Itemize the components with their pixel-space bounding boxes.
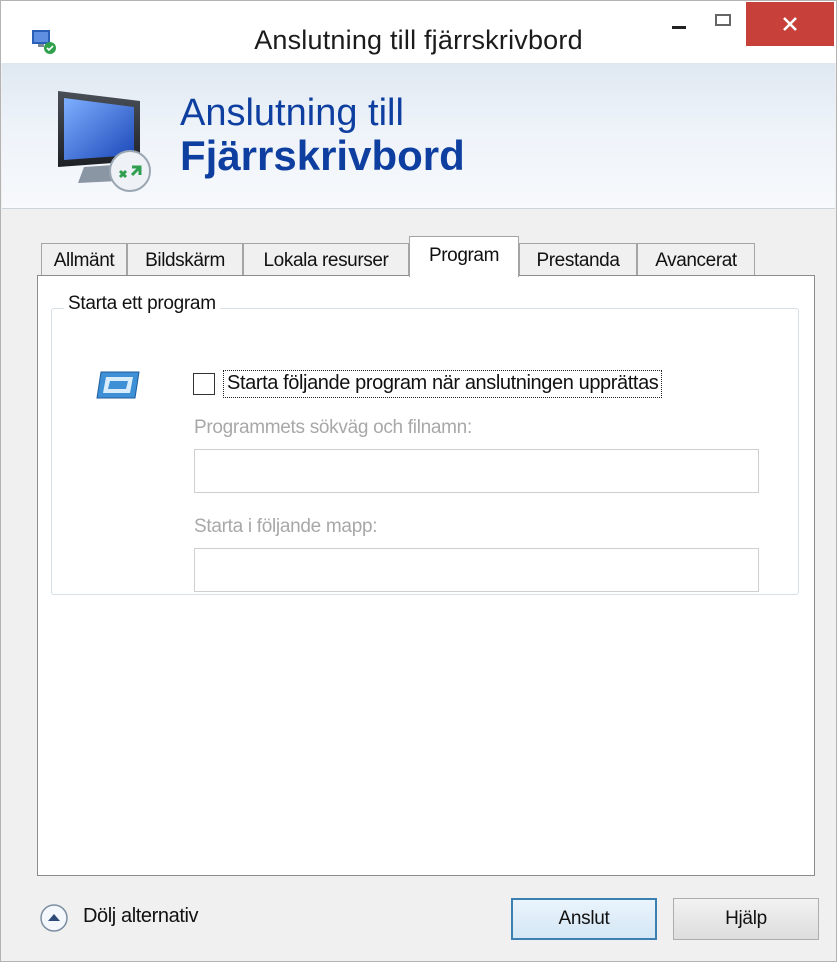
remote-desktop-logo-icon [58, 91, 151, 192]
help-button[interactable]: Hjälp [673, 898, 819, 940]
program-path-input[interactable] [194, 449, 759, 493]
start-program-checkbox[interactable] [193, 373, 215, 395]
connect-button[interactable]: Anslut [511, 898, 657, 940]
start-program-group: Starta följande program när anslutningen… [51, 308, 799, 595]
close-icon [783, 17, 797, 31]
collapse-options-icon[interactable] [39, 903, 69, 933]
tab-allmant[interactable]: Allmänt [41, 243, 127, 276]
start-folder-input[interactable] [194, 548, 759, 592]
tab-avancerat[interactable]: Avancerat [637, 243, 755, 276]
tab-bildskarm[interactable]: Bildskärm [127, 243, 243, 276]
start-program-checkbox-label[interactable]: Starta följande program när anslutningen… [223, 370, 663, 398]
minimize-button[interactable] [659, 1, 699, 45]
program-tab-panel: Starta följande program när anslutningen… [37, 275, 815, 876]
maximize-button[interactable] [703, 1, 743, 45]
rdp-window: Anslutning till fjärrskrivbord Anslutnin… [0, 0, 837, 962]
group-legend: Starta ett program [64, 293, 220, 315]
close-button[interactable] [746, 2, 834, 46]
maximize-icon [715, 14, 731, 26]
hide-options-link[interactable]: Dölj alternativ [83, 905, 199, 928]
program-window-icon [96, 371, 140, 399]
minimize-icon [672, 25, 686, 29]
tab-lokala-resurser[interactable]: Lokala resurser [243, 243, 409, 276]
banner-title-line2: Fjärrskrivbord [180, 132, 465, 179]
tab-prestanda[interactable]: Prestanda [519, 243, 637, 276]
title-bar: Anslutning till fjärrskrivbord [1, 1, 836, 63]
header-banner: Anslutning till Fjärrskrivbord [2, 63, 835, 209]
start-folder-label: Starta i följande mapp: [194, 516, 378, 537]
banner-title-line1: Anslutning till [180, 92, 404, 134]
program-path-label: Programmets sökväg och filnamn: [194, 417, 472, 438]
tab-program[interactable]: Program [409, 236, 519, 277]
